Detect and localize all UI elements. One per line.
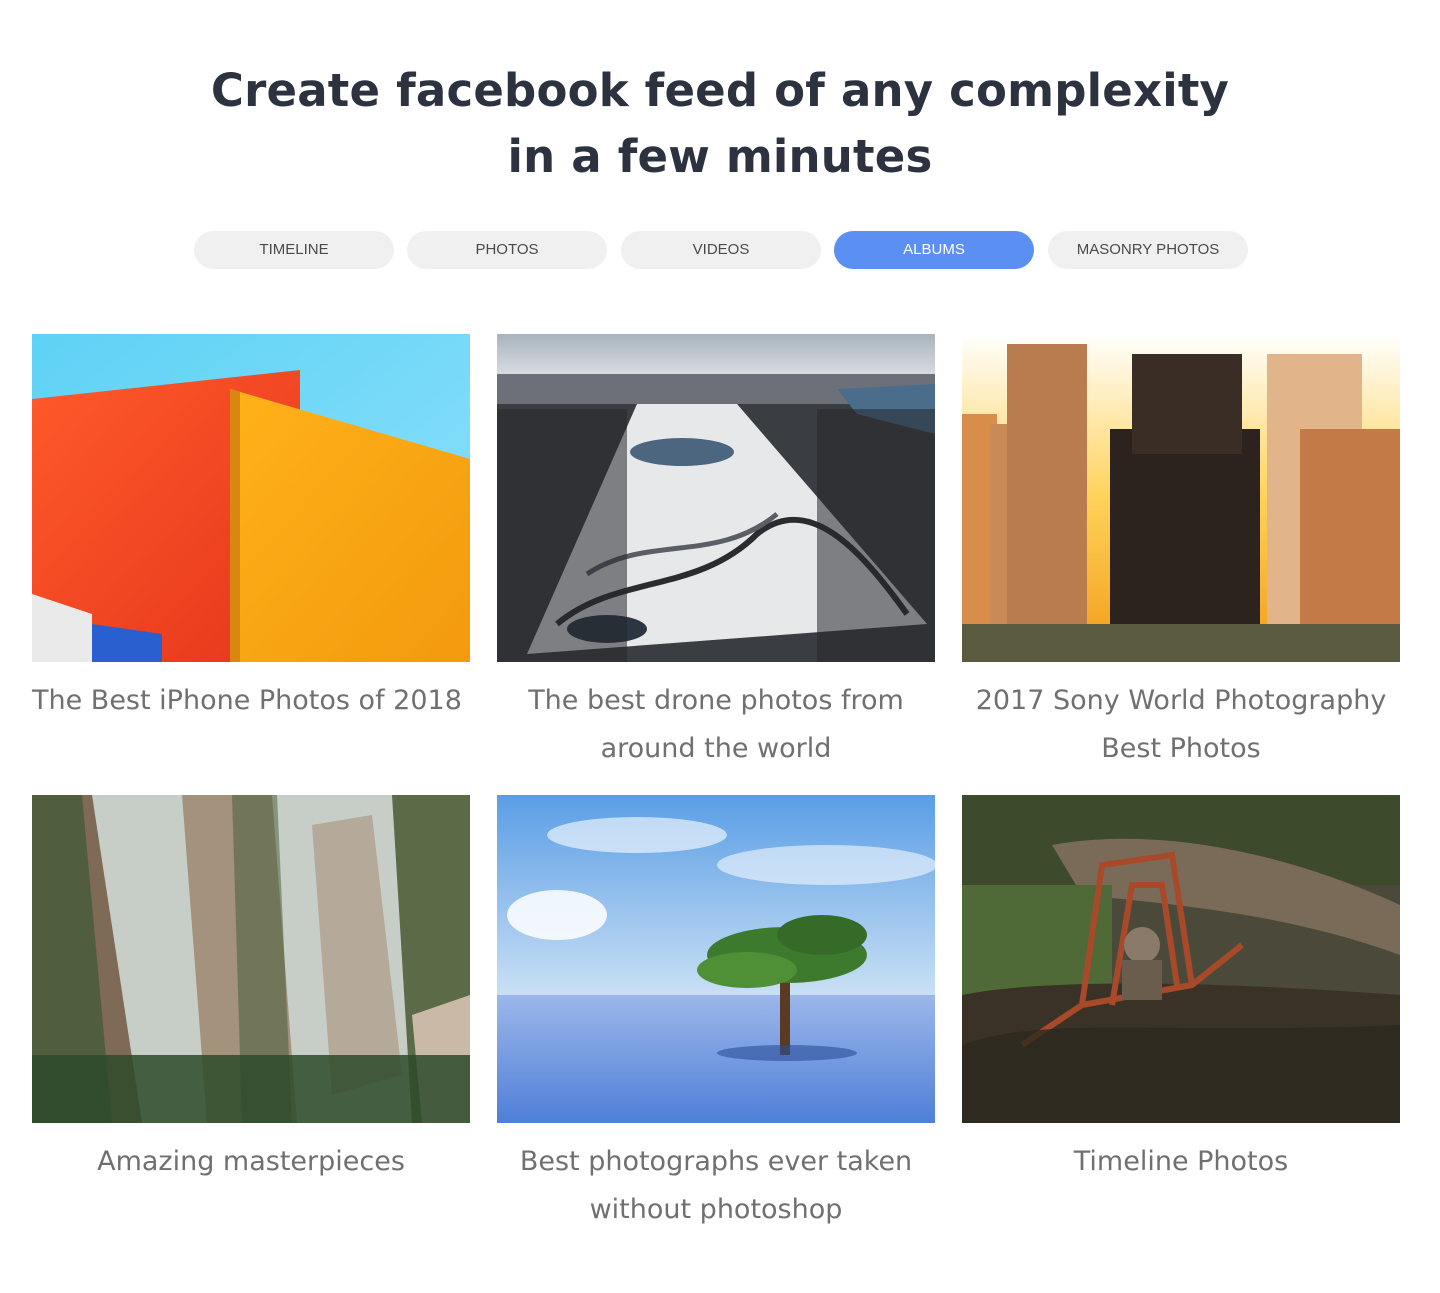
page-heading: Create facebook feed of any complexity i… bbox=[0, 58, 1440, 190]
album-title[interactable]: Amazing masterpieces bbox=[22, 1138, 480, 1186]
heading-line-2: in a few minutes bbox=[507, 130, 933, 183]
tab-masonry-photos[interactable]: MASONRY PHOTOS bbox=[1048, 231, 1248, 269]
album-title[interactable]: Timeline Photos bbox=[952, 1138, 1410, 1186]
album-cover-image[interactable] bbox=[962, 334, 1400, 662]
tab-albums[interactable]: ALBUMS bbox=[834, 231, 1034, 269]
album-cover-city-sunset bbox=[962, 334, 1400, 662]
album-title[interactable]: Best photographs ever taken without phot… bbox=[487, 1138, 945, 1234]
album-cover-image[interactable] bbox=[32, 795, 470, 1123]
heading-line-1: Create facebook feed of any complexity bbox=[210, 64, 1230, 117]
album-title[interactable]: The Best iPhone Photos of 2018 bbox=[32, 677, 490, 725]
album-cover-mountains bbox=[32, 795, 470, 1123]
album-title[interactable]: 2017 Sony World Photography Best Photos bbox=[952, 677, 1410, 773]
album-cover-image[interactable] bbox=[497, 334, 935, 662]
tab-videos[interactable]: VIDEOS bbox=[621, 231, 821, 269]
tab-photos[interactable]: PHOTOS bbox=[407, 231, 607, 269]
album-cover-tree-field bbox=[497, 795, 935, 1123]
tab-timeline[interactable]: TIMELINE bbox=[194, 231, 394, 269]
album-cover-image[interactable] bbox=[32, 334, 470, 662]
album-title[interactable]: The best drone photos from around the wo… bbox=[487, 677, 945, 773]
album-cover-image[interactable] bbox=[962, 795, 1400, 1123]
album-cover-image[interactable] bbox=[497, 795, 935, 1123]
album-cover-drone-park bbox=[497, 334, 935, 662]
album-view-tabs: TIMELINE PHOTOS VIDEOS ALBUMS MASONRY PH… bbox=[0, 231, 1440, 269]
album-cover-mud-racer bbox=[962, 795, 1400, 1123]
album-cover-orange-walls bbox=[32, 334, 470, 662]
